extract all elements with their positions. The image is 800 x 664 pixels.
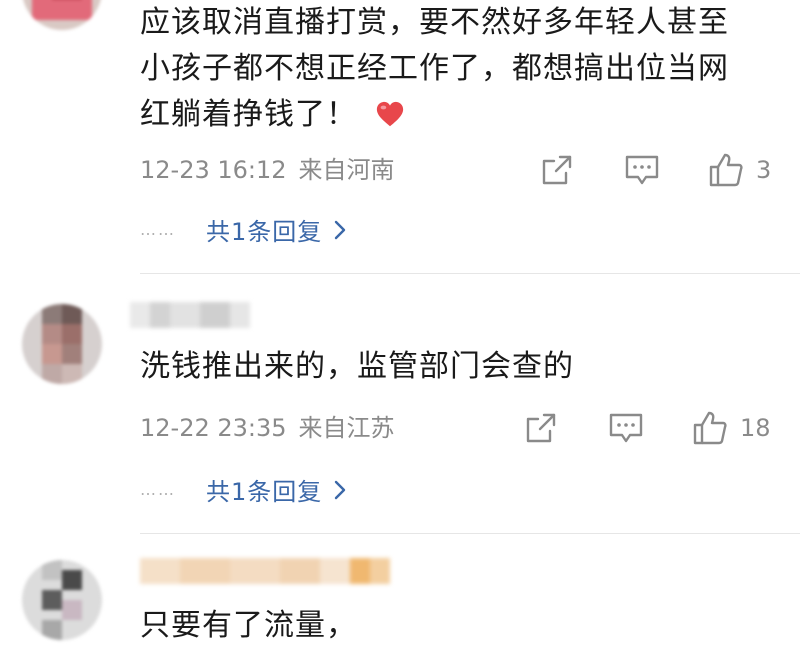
avatar[interactable] [22,560,102,640]
chevron-right-icon [335,220,346,239]
heart-emoji [376,101,404,127]
avatar[interactable] [22,0,102,30]
reply-button[interactable] [608,410,644,446]
like-button[interactable]: 18 [692,410,771,446]
view-replies-link[interactable]: 共1条回复 [206,212,346,247]
like-button[interactable]: 3 [708,152,771,188]
username-blurred[interactable] [140,558,390,584]
reply-button[interactable] [624,152,660,188]
replies-row: …… 共1条回复 [140,212,346,247]
comment-meta: 12-22 23:35 来自江苏 [140,413,407,443]
username-blurred[interactable] [130,302,250,328]
timestamp: 12-22 23:35 [140,414,287,442]
like-count: 18 [740,414,771,442]
share-button[interactable] [540,152,574,188]
avatar[interactable] [22,304,102,384]
dots-separator: …… [140,220,176,239]
like-count: 3 [756,156,772,184]
replies-row: …… 共1条回复 [140,472,346,507]
share-icon [542,155,572,185]
share-icon [526,413,556,443]
timestamp: 12-23 16:12 [140,156,287,184]
comment-text: 洗钱推出来的，监管部门会查的 [140,349,574,384]
replies-label: 共1条回复 [206,478,323,506]
location: 来自河南 [298,156,395,184]
divider [140,533,800,534]
comment-icon [625,155,659,185]
comment-text: 应该取消直播打赏，要不然好多年轻人甚至 小孩子都不想正经工作了，都想搞出位当网 … [140,5,729,132]
divider [140,273,800,274]
comment-text: 只要有了流量， [140,608,357,643]
chevron-right-icon [335,480,346,499]
comment-meta: 12-23 16:12 来自河南 [140,155,407,185]
thumbs-up-icon [693,411,727,445]
comment-icon [609,413,643,443]
thumbs-up-icon [709,153,743,187]
replies-label: 共1条回复 [206,218,323,246]
share-button[interactable] [524,410,558,446]
location: 来自江苏 [298,414,395,442]
view-replies-link[interactable]: 共1条回复 [206,472,346,507]
dots-separator: …… [140,480,176,499]
